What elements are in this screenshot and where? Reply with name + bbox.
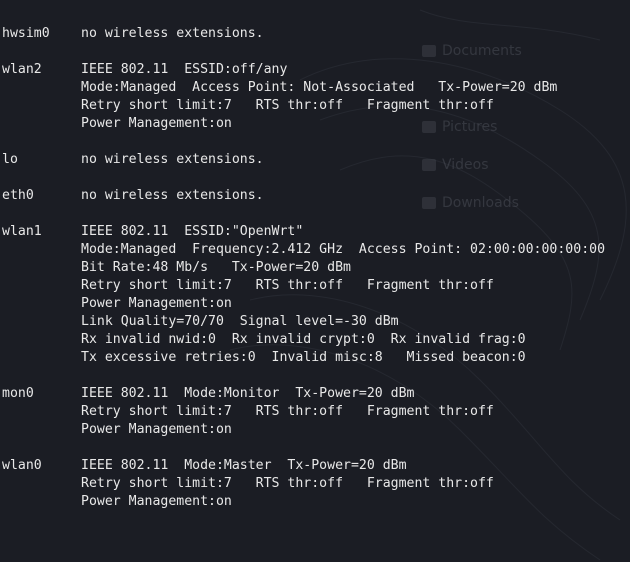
interface-name: eth0 [2, 188, 34, 203]
iface-row: Retry short limit:7 RTS thr:off Fragment… [2, 403, 630, 421]
interface-name: hwsim0 [2, 26, 50, 41]
iwconfig-output: hwsim0 no wireless extensions. wlan2 IEEE 8… [2, 25, 630, 529]
iface-row: hwsim0 no wireless extensions. [2, 25, 630, 43]
interface-detail: Power Management:on [81, 296, 232, 311]
interface-detail: Retry short limit:7 RTS thr:off Fragment… [81, 404, 494, 419]
iface-row: Power Management:on [2, 295, 630, 313]
iface-row: Retry short limit:7 RTS thr:off Fragment… [2, 97, 630, 115]
interface-detail: Retry short limit:7 RTS thr:off Fragment… [81, 476, 494, 491]
iface-row: lo no wireless extensions. [2, 151, 630, 169]
iface-row: Power Management:on [2, 493, 630, 511]
interface-detail: no wireless extensions. [81, 188, 264, 203]
interface-detail: Retry short limit:7 RTS thr:off Fragment… [81, 278, 494, 293]
interface-name: wlan2 [2, 62, 42, 77]
interface-detail: Mode:Managed Frequency:2.412 GHz Access … [81, 242, 606, 257]
interface-detail: no wireless extensions. [81, 26, 264, 41]
interface-name: wlan1 [2, 224, 42, 239]
interface-name: mon0 [2, 386, 34, 401]
iface-row: eth0 no wireless extensions. [2, 187, 630, 205]
interface-detail: Bit Rate:48 Mb/s Tx-Power=20 dBm [81, 260, 351, 275]
iface-row: Rx invalid nwid:0 Rx invalid crypt:0 Rx … [2, 331, 630, 349]
iface-row: Retry short limit:7 RTS thr:off Fragment… [2, 475, 630, 493]
interface-detail: Tx excessive retries:0 Invalid misc:8 Mi… [81, 350, 526, 365]
interface-detail: no wireless extensions. [81, 152, 264, 167]
interface-detail: Power Management:on [81, 422, 232, 437]
interface-name: wlan0 [2, 458, 42, 473]
iface-row: Tx excessive retries:0 Invalid misc:8 Mi… [2, 349, 630, 367]
interface-detail: Mode:Managed Access Point: Not-Associate… [81, 80, 558, 95]
iface-row: Bit Rate:48 Mb/s Tx-Power=20 dBm [2, 259, 630, 277]
interface-detail: IEEE 802.11 ESSID:"OpenWrt" [81, 224, 304, 239]
terminal-output[interactable]: netadmin@wifinetic:~$ iwconfig hwsim0 no … [2, 0, 630, 547]
interface-detail: IEEE 802.11 ESSID:off/any [81, 62, 288, 77]
interface-detail: Retry short limit:7 RTS thr:off Fragment… [81, 98, 494, 113]
iface-row: wlan0 IEEE 802.11 Mode:Master Tx-Power=20… [2, 457, 630, 475]
interface-detail: Link Quality=70/70 Signal level=-30 dBm [81, 314, 399, 329]
iface-row: Mode:Managed Access Point: Not-Associate… [2, 79, 630, 97]
terminal-line-partial [2, 0, 630, 7]
iface-row: wlan1 IEEE 802.11 ESSID:"OpenWrt" [2, 223, 630, 241]
iface-row: mon0 IEEE 802.11 Mode:Monitor Tx-Power=20… [2, 385, 630, 403]
iface-row: Link Quality=70/70 Signal level=-30 dBm [2, 313, 630, 331]
prompt-line-1: netadmin@wifinetic:~$ iwconfig [2, 7, 630, 25]
interface-detail: Rx invalid nwid:0 Rx invalid crypt:0 Rx … [81, 332, 526, 347]
interface-detail: IEEE 802.11 Mode:Monitor Tx-Power=20 dBm [81, 386, 415, 401]
interface-name: lo [2, 152, 18, 167]
interface-detail: IEEE 802.11 Mode:Master Tx-Power=20 dBm [81, 458, 407, 473]
iface-row: Retry short limit:7 RTS thr:off Fragment… [2, 277, 630, 295]
iface-row: Power Management:on [2, 115, 630, 133]
interface-detail: Power Management:on [81, 494, 232, 509]
iface-row: Mode:Managed Frequency:2.412 GHz Access … [2, 241, 630, 259]
interface-detail: Power Management:on [81, 116, 232, 131]
prompt-line-2[interactable]: netadmin@wifinetic:~$ [2, 529, 630, 547]
iface-row: Power Management:on [2, 421, 630, 439]
iface-row: wlan2 IEEE 802.11 ESSID:off/any [2, 61, 630, 79]
